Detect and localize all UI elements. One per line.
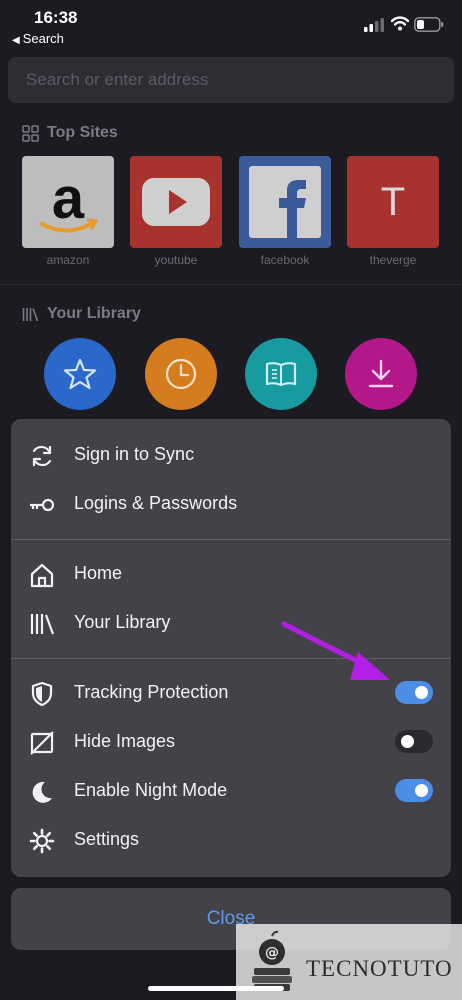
top-sites-header: Top Sites bbox=[22, 124, 118, 142]
sync-icon bbox=[32, 445, 52, 467]
menu-item-sign-in-sync[interactable]: Sign in to Sync bbox=[11, 433, 451, 477]
facebook-logo-icon bbox=[249, 166, 321, 238]
grid-icon bbox=[22, 124, 39, 142]
toggle-knob bbox=[415, 784, 428, 797]
menu-item-hide-images[interactable]: Hide Images bbox=[11, 720, 451, 764]
svg-text:@: @ bbox=[265, 945, 279, 961]
back-chevron-icon: ◀ bbox=[12, 35, 20, 46]
svg-text:a: a bbox=[52, 166, 85, 231]
clock-icon bbox=[165, 358, 197, 390]
home-icon bbox=[30, 563, 54, 588]
top-site-label: youtube bbox=[154, 253, 198, 267]
status-time: 16:38 bbox=[34, 8, 78, 27]
menu-item-logins-passwords[interactable]: Logins & Passwords bbox=[11, 482, 451, 526]
top-site-amazon[interactable]: a bbox=[22, 156, 114, 248]
library-downloads-button[interactable] bbox=[345, 338, 417, 410]
top-site-facebook[interactable] bbox=[239, 156, 331, 248]
menu-item-settings[interactable]: Settings bbox=[11, 818, 451, 862]
section-divider bbox=[0, 284, 462, 285]
toggle-knob bbox=[415, 686, 428, 699]
library-history-button[interactable] bbox=[145, 338, 217, 410]
menu-item-label: Hide Images bbox=[74, 731, 176, 751]
menu-item-label: Your Library bbox=[74, 612, 171, 632]
hide-image-icon bbox=[30, 731, 54, 755]
top-site-label: theverge bbox=[369, 253, 417, 267]
library-books-icon bbox=[22, 307, 39, 321]
gear-icon bbox=[29, 828, 55, 854]
library-title: Your Library bbox=[47, 305, 141, 322]
reading-list-icon bbox=[265, 362, 297, 387]
download-icon bbox=[368, 359, 394, 388]
youtube-logo-icon bbox=[142, 178, 210, 226]
watermark-text: TECNOTUTO bbox=[306, 956, 453, 981]
menu-item-home[interactable]: Home bbox=[11, 552, 451, 596]
tracking-protection-toggle[interactable] bbox=[395, 681, 433, 704]
night-mode-toggle[interactable] bbox=[395, 779, 433, 802]
library-header: Your Library bbox=[22, 305, 141, 323]
menu-item-label: Settings bbox=[74, 829, 140, 849]
menu-item-label: Enable Night Mode bbox=[74, 780, 228, 800]
library-bookmarks-button[interactable] bbox=[44, 338, 116, 410]
toggle-knob bbox=[401, 735, 414, 748]
amazon-logo-icon: a bbox=[40, 166, 99, 233]
menu-item-label: Tracking Protection bbox=[74, 682, 229, 702]
back-to-search-link[interactable]: ◀ Search bbox=[12, 31, 64, 46]
home-indicator[interactable] bbox=[148, 986, 284, 991]
annotation-arrow-icon bbox=[281, 621, 390, 680]
menu-item-night-mode[interactable]: Enable Night Mode bbox=[11, 769, 451, 813]
menu-item-label: Sign in to Sync bbox=[74, 444, 195, 464]
address-bar[interactable]: Search or enter address bbox=[8, 57, 454, 103]
back-label: Search bbox=[22, 31, 64, 46]
library-reading-list-button[interactable] bbox=[245, 338, 317, 410]
battery-icon bbox=[414, 17, 444, 32]
shield-icon bbox=[31, 681, 53, 707]
top-site-label: amazon bbox=[46, 253, 90, 267]
top-sites-title: Top Sites bbox=[47, 124, 118, 141]
menu-item-label: Home bbox=[74, 563, 123, 583]
top-site-label: facebook bbox=[260, 253, 310, 267]
hide-images-toggle[interactable] bbox=[395, 730, 433, 753]
theverge-letter-icon: T bbox=[380, 179, 406, 224]
cellular-signal-icon bbox=[364, 18, 384, 32]
top-site-theverge[interactable]: T bbox=[347, 156, 439, 248]
wifi-icon bbox=[391, 16, 409, 31]
key-icon bbox=[30, 498, 55, 512]
top-site-youtube[interactable] bbox=[130, 156, 222, 248]
menu-item-label: Logins & Passwords bbox=[74, 493, 238, 513]
star-icon bbox=[63, 358, 97, 390]
menu-divider bbox=[11, 539, 451, 540]
library-icon bbox=[30, 614, 55, 635]
address-bar-placeholder: Search or enter address bbox=[26, 70, 209, 89]
moon-icon bbox=[32, 781, 52, 803]
